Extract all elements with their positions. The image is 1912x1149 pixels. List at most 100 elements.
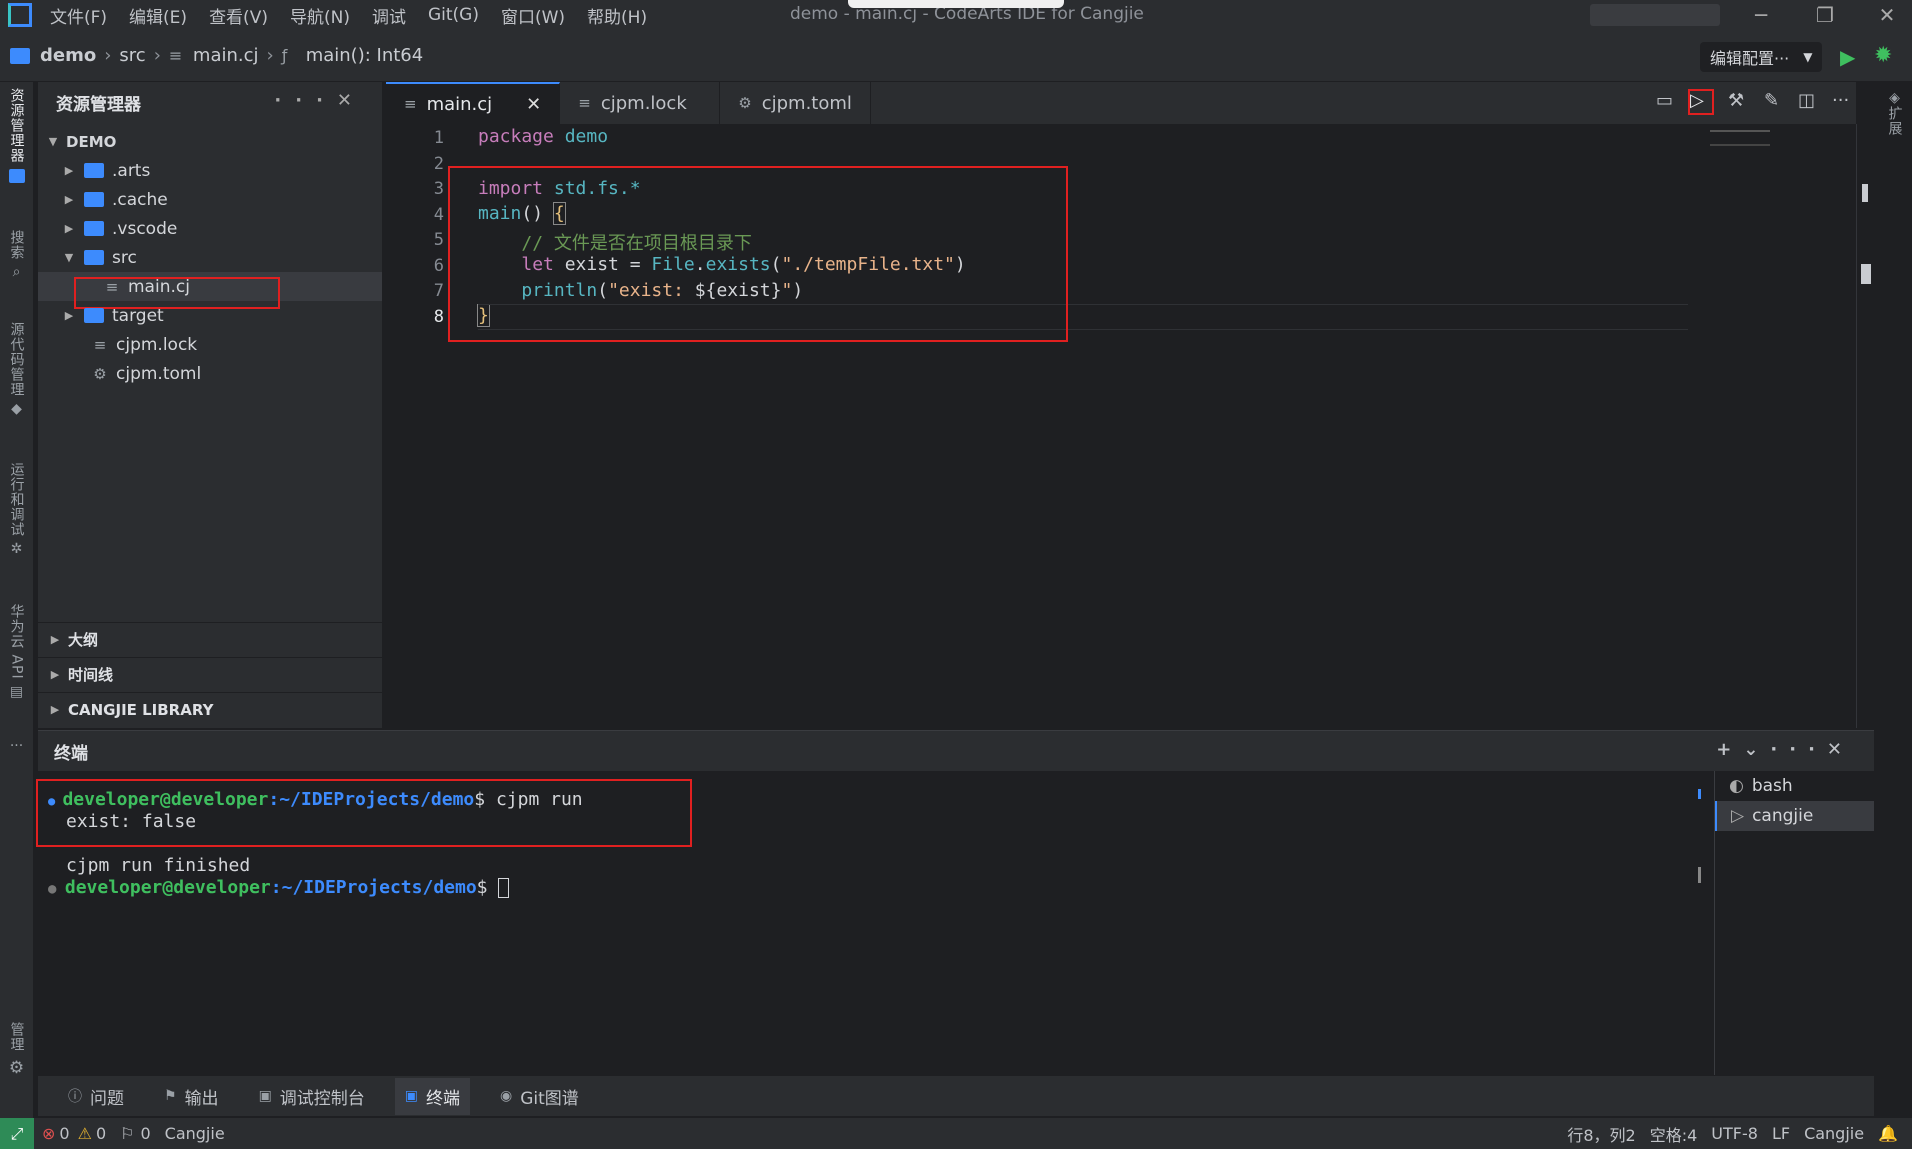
activity-search-label: 搜索 (8, 230, 25, 260)
split-editor-icon[interactable]: ◫ (1798, 90, 1815, 111)
chevron-right-icon: ▶ (50, 703, 60, 716)
menu-debug[interactable]: 调试 (372, 3, 406, 28)
preview-icon[interactable]: ▭ (1656, 90, 1673, 111)
tab-cjpm-toml[interactable]: ⚙ cjpm.toml (720, 82, 871, 124)
bottom-panel-tabs: ⓘ 问题 ⚑ 输出 ▣ 调试控制台 ▣ 终端 ◉ Git图谱 (38, 1076, 1874, 1116)
close-window-icon[interactable]: ✕ (1862, 0, 1912, 30)
more-icon[interactable]: ··· (0, 738, 33, 754)
section-outline[interactable]: ▶ 大纲 (38, 622, 382, 656)
minimap[interactable] (1710, 130, 1770, 146)
explorer-sidebar: 资源管理器 ···✕ ▼ DEMO ▶ .arts ▶ .cache ▶ .vs… (38, 82, 382, 728)
account-area[interactable] (1590, 4, 1720, 26)
panel-actions[interactable]: +⌄···✕ (1716, 739, 1854, 760)
editor-ruler (1856, 124, 1857, 728)
restore-icon[interactable]: ❐ (1800, 0, 1850, 30)
title-bar: 文件(F) 编辑(E) 查看(V) 导航(N) 调试 Git(G) 窗口(W) … (0, 0, 1912, 30)
menu-git[interactable]: Git(G) (428, 5, 479, 25)
menu-file[interactable]: 文件(F) (50, 3, 107, 28)
tab-debug-console[interactable]: ▣ 调试控制台 (249, 1078, 375, 1115)
terminal-item-bash[interactable]: ◐ bash (1715, 771, 1874, 801)
tab-git-graph[interactable]: ◉ Git图谱 (490, 1078, 589, 1115)
breadcrumb-project[interactable]: demo (40, 45, 96, 66)
breadcrumb-symbol[interactable]: main(): Int64 (306, 45, 423, 66)
language-label: Cangjie (164, 1124, 225, 1143)
explorer-actions[interactable]: ···✕ (274, 90, 366, 111)
spaces-label: 空格:4 (1649, 1125, 1698, 1145)
panel-title: 终端 (54, 743, 88, 764)
menu-help[interactable]: 帮助(H) (587, 3, 647, 28)
ports-status[interactable]: ⚐ 0 (120, 1124, 151, 1143)
line-number: 5 (433, 230, 444, 250)
tab-main-cj[interactable]: ≡ main.cj ✕ (386, 82, 561, 124)
activity-explorer-label: 资源管理器 (8, 88, 25, 163)
file-icon: ≡ (93, 335, 107, 354)
tree-item-target[interactable]: ▶ target (38, 301, 382, 330)
ports-count: 0 (140, 1124, 151, 1143)
language-status[interactable]: Cangjie (165, 1124, 225, 1143)
close-icon[interactable]: ✕ (526, 94, 541, 115)
tab-cjpm-lock[interactable]: ≡ cjpm.lock (560, 82, 721, 124)
tab-problems[interactable]: ⓘ 问题 (58, 1078, 134, 1115)
tree-item-label: cjpm.toml (116, 363, 202, 384)
section-cangjie-library[interactable]: ▶ CANGJIE LIBRARY (38, 692, 382, 726)
remote-icon[interactable]: ⤢ (0, 1118, 34, 1149)
tree-item-cache[interactable]: ▶ .cache (38, 185, 382, 214)
section-timeline[interactable]: ▶ 时间线 (38, 657, 382, 691)
flag-icon: ⚑ (164, 1088, 177, 1104)
tab-label: main.cj (426, 93, 493, 115)
chevron-right-icon: › (153, 45, 161, 66)
terminal-item-cangjie[interactable]: ▷ cangjie (1715, 801, 1874, 831)
activity-search[interactable]: 搜索 ⌕ (0, 230, 33, 280)
console-icon: ▣ (258, 1088, 272, 1104)
indentation[interactable]: 空格:4 (1650, 1122, 1698, 1146)
eol[interactable]: LF (1772, 1124, 1790, 1143)
activity-scm[interactable]: 源代码管理 ◆ (0, 322, 33, 417)
cursor-position[interactable]: 行8，列2 (1567, 1122, 1635, 1146)
line-number: 1 (433, 128, 444, 148)
tree-item-label: .vscode (112, 218, 178, 239)
encoding[interactable]: UTF-8 (1711, 1124, 1758, 1143)
menu-window[interactable]: 窗口(W) (501, 3, 565, 28)
tree-item-arts[interactable]: ▶ .arts (38, 156, 382, 185)
problems-status[interactable]: ⊗ 0 ⚠ 0 (42, 1124, 106, 1143)
menu-navigate[interactable]: 导航(N) (290, 3, 350, 28)
folder-open-icon (84, 250, 104, 265)
tree-item-src[interactable]: ▼ src (38, 243, 382, 272)
edit-config-dropdown[interactable]: 编辑配置··· ▼ (1700, 42, 1822, 72)
terminal-item-label: bash (1751, 776, 1793, 796)
tab-output[interactable]: ⚑ 输出 (154, 1078, 229, 1115)
bell-icon[interactable]: 🔔 (1878, 1124, 1898, 1143)
code-editor[interactable]: 1 2 3 4 5 6 7 8 package demo import std.… (386, 124, 1871, 728)
explorer-title: 资源管理器 (56, 94, 141, 115)
activity-huawei-api[interactable]: 华为云 API ▤ (0, 604, 33, 700)
tab-label: 输出 (184, 1088, 219, 1109)
breadcrumb-file[interactable]: main.cj (193, 45, 259, 66)
menu-edit[interactable]: 编辑(E) (129, 3, 187, 28)
breadcrumb-folder[interactable]: src (119, 45, 145, 66)
menu-view[interactable]: 查看(V) (209, 3, 268, 28)
tab-terminal[interactable]: ▣ 终端 (394, 1077, 471, 1115)
section-outline-label: 大纲 (68, 631, 99, 649)
scrollbar-marker[interactable] (1861, 264, 1871, 284)
run-icon[interactable]: ▶ (1840, 45, 1855, 69)
language-mode[interactable]: Cangjie (1804, 1124, 1864, 1143)
more-actions-icon[interactable]: ··· (1832, 90, 1849, 111)
status-bar: ⤢ ⊗ 0 ⚠ 0 ⚐ 0 Cangjie 行8，列2 空格:4 UTF-8 LF C… (0, 1118, 1912, 1149)
debug-icon[interactable]: ✹ (1874, 43, 1892, 68)
scrollbar-marker[interactable] (1862, 184, 1868, 202)
activity-explorer[interactable]: 资源管理器 (0, 88, 33, 183)
edit-icon[interactable]: ✎ (1764, 90, 1779, 111)
tab-label: cjpm.lock (600, 92, 687, 114)
dropdown-icon: ▼ (1803, 50, 1813, 64)
activity-extensions[interactable]: ◈ 扩展 (1878, 90, 1911, 136)
activity-run-debug[interactable]: 运行和调试 ✲ (0, 462, 33, 557)
tree-item-cjpm-lock[interactable]: ≡ cjpm.lock (38, 330, 382, 359)
activity-manage[interactable]: 管理 ⚙ (0, 1022, 33, 1078)
position-label: 行8，列2 (1567, 1125, 1636, 1145)
minimize-icon[interactable]: ─ (1736, 0, 1786, 30)
build-icon[interactable]: ⚒ (1728, 90, 1744, 111)
tree-item-cjpm-toml[interactable]: ⚙ cjpm.toml (38, 359, 382, 388)
tree-item-vscode[interactable]: ▶ .vscode (38, 214, 382, 243)
tree-root[interactable]: ▼ DEMO (38, 127, 382, 156)
chevron-right-icon: ▶ (64, 164, 74, 177)
